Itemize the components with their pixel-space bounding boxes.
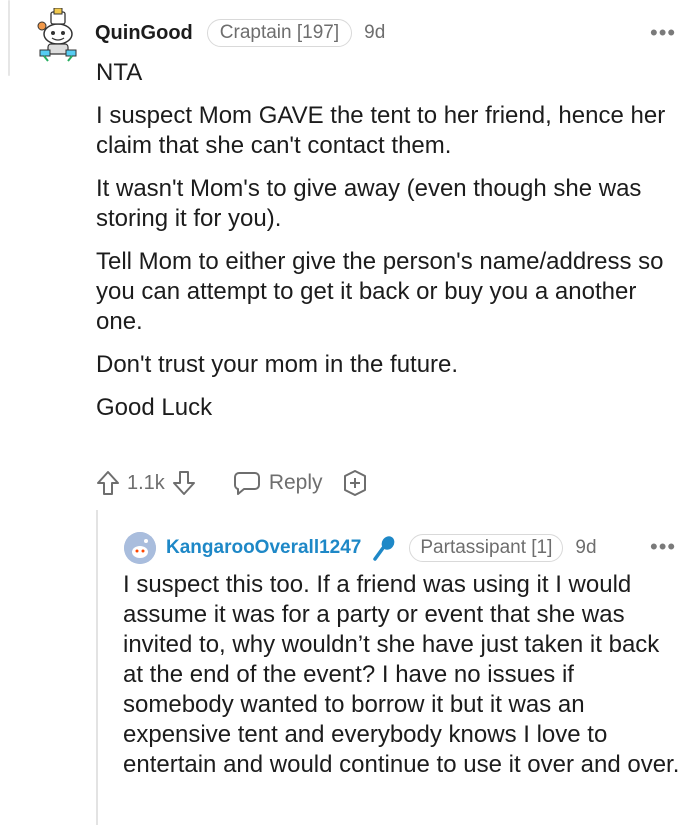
- comment-paragraph: Tell Mom to either give the person's nam…: [96, 248, 664, 335]
- more-options-icon[interactable]: •••: [650, 22, 676, 44]
- reply-label: Reply: [268, 471, 323, 494]
- reply-thread-line[interactable]: [96, 510, 98, 825]
- comment-actions: 1.1k Reply: [95, 466, 369, 500]
- microphone-icon: [371, 534, 397, 562]
- username[interactable]: QuinGood: [95, 22, 193, 45]
- comment-paragraph: It wasn't Mom's to give away (even thoug…: [96, 175, 642, 232]
- user-flair: Craptain [197]: [206, 19, 353, 47]
- vote-score: 1.1k: [127, 471, 165, 494]
- reply-button[interactable]: Reply: [233, 470, 323, 496]
- comment-paragraph: I suspect Mom GAVE the tent to her frien…: [96, 102, 666, 159]
- reply-age: 9d: [575, 537, 597, 558]
- avatar[interactable]: [34, 7, 82, 62]
- reply-body: I suspect this too. If a friend was usin…: [123, 571, 680, 778]
- award-icon[interactable]: [341, 469, 369, 497]
- downvote-icon[interactable]: [171, 469, 197, 497]
- comment-paragraph: Don't trust your mom in the future.: [96, 351, 459, 378]
- reply-user-flair: Partassipant [1]: [409, 534, 564, 562]
- comment-paragraph: NTA: [96, 59, 143, 86]
- reply-header: KangarooOverall1247 Partassipant [1] 9d: [166, 532, 597, 564]
- comment-body: NTA I suspect Mom GAVE the tent to her f…: [96, 58, 686, 436]
- comment-header: QuinGood Craptain [197] 9d: [95, 18, 385, 48]
- comment-age: 9d: [364, 22, 386, 43]
- reply-username[interactable]: KangarooOverall1247: [166, 537, 361, 559]
- reply-avatar[interactable]: [124, 532, 156, 564]
- upvote-icon[interactable]: [95, 469, 121, 497]
- comment-paragraph: Good Luck: [96, 394, 213, 421]
- reply-icon: [233, 470, 261, 496]
- reply-more-options-icon[interactable]: •••: [650, 536, 676, 558]
- thread-line: [8, 0, 10, 76]
